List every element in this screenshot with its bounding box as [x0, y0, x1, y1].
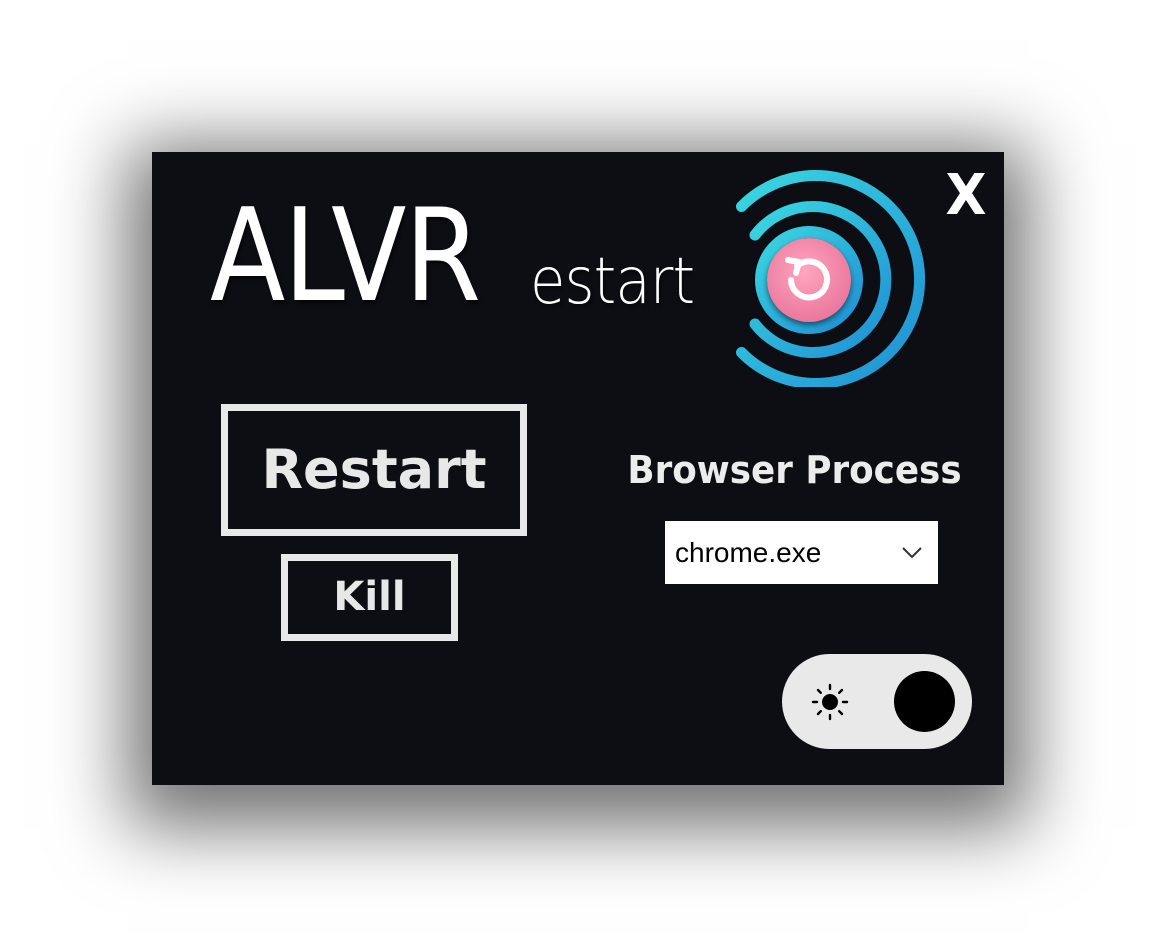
app-title-small: estart [530, 245, 695, 319]
sun-icon [811, 683, 849, 721]
browser-process-select[interactable]: chrome.exe [665, 521, 938, 584]
toggle-knob [894, 671, 955, 732]
app-title: ALVR estart [210, 182, 695, 331]
close-icon: X [945, 163, 987, 228]
close-button[interactable]: X [943, 166, 989, 226]
browser-process-label: Browser Process [627, 448, 962, 492]
app-title-large: ALVR [210, 182, 481, 331]
kill-button[interactable]: Kill [281, 554, 458, 641]
chevron-down-icon [902, 547, 922, 559]
alvrestart-window: X ALVR estart Restart Kill Browser Proce… [152, 152, 1004, 785]
restart-button[interactable]: Restart [221, 404, 527, 536]
restart-signal-logo-icon [736, 170, 925, 387]
browser-process-value: chrome.exe [675, 537, 822, 568]
theme-toggle[interactable] [782, 654, 972, 749]
